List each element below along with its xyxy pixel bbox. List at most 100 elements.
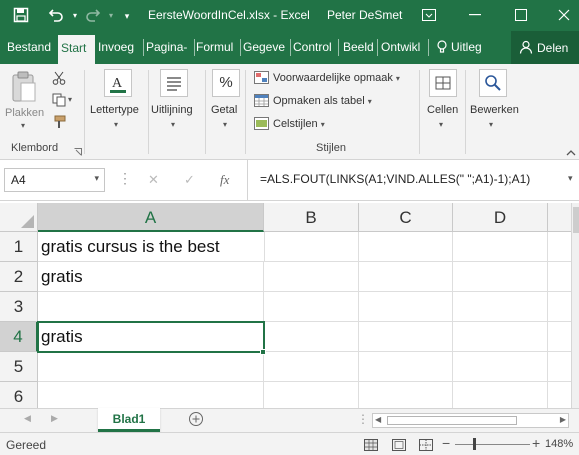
- cell-c2[interactable]: [359, 262, 453, 292]
- zoom-slider-track[interactable]: [455, 444, 530, 445]
- confirm-entry-icon[interactable]: ✓: [184, 172, 195, 188]
- zoom-in-icon[interactable]: +: [532, 435, 540, 451]
- row-header-6[interactable]: 6: [0, 382, 38, 408]
- scroll-sheets-left-icon[interactable]: ◀: [24, 413, 31, 424]
- undo-icon[interactable]: [47, 7, 65, 25]
- column-header-c[interactable]: C: [359, 203, 453, 232]
- cut-icon[interactable]: [52, 71, 66, 90]
- tell-me-button[interactable]: Uitleg: [437, 40, 482, 57]
- cell-a1[interactable]: gratis cursus is the best: [38, 232, 264, 262]
- cell-d6[interactable]: [453, 382, 548, 408]
- cell-c5[interactable]: [359, 352, 453, 382]
- number-dropdown-icon[interactable]: ▾: [223, 120, 227, 129]
- minimize-icon[interactable]: [464, 4, 486, 26]
- fill-handle[interactable]: [260, 349, 266, 355]
- cell-b1[interactable]: [264, 232, 359, 262]
- font-dropdown-icon[interactable]: ▾: [114, 120, 118, 129]
- cell-c6[interactable]: [359, 382, 453, 408]
- name-box[interactable]: A4 ▾: [4, 168, 105, 192]
- zoom-slider-thumb[interactable]: [473, 438, 476, 450]
- worksheet-grid[interactable]: A B C D 1 2 3 4 5 6 gratis cursus is the…: [0, 203, 571, 408]
- font-button[interactable]: A: [104, 69, 132, 97]
- undo-dropdown-icon[interactable]: ▾: [66, 7, 84, 25]
- cell-e2[interactable]: [548, 262, 571, 292]
- column-header-b[interactable]: B: [264, 203, 359, 232]
- redo-icon[interactable]: [84, 7, 102, 25]
- ribbon-display-options-icon[interactable]: [418, 4, 440, 26]
- row-header-5[interactable]: 5: [0, 352, 38, 382]
- tab-formules[interactable]: Formul: [196, 40, 238, 60]
- sheet-tab-blad1[interactable]: Blad1: [98, 408, 160, 432]
- editing-dropdown-icon[interactable]: ▾: [489, 120, 493, 129]
- expand-formula-bar-icon[interactable]: ▾: [568, 173, 573, 184]
- scroll-sheets-right-icon[interactable]: ▶: [51, 413, 58, 424]
- cell-styles-button[interactable]: Celstijlen ▾: [273, 118, 325, 130]
- cell-e6[interactable]: [548, 382, 571, 408]
- tab-controleren[interactable]: Control: [293, 40, 336, 60]
- close-icon[interactable]: [553, 4, 575, 26]
- cell-d4[interactable]: [453, 322, 548, 352]
- user-name[interactable]: Peter DeSmet: [327, 8, 402, 22]
- row-header-2[interactable]: 2: [0, 262, 38, 292]
- cells-dropdown-icon[interactable]: ▾: [439, 120, 443, 129]
- zoom-level[interactable]: 148%: [545, 438, 573, 450]
- tab-gegevens[interactable]: Gegeve: [243, 40, 288, 60]
- cell-b5[interactable]: [264, 352, 359, 382]
- row-header-4[interactable]: 4: [0, 322, 38, 352]
- cell-c3[interactable]: [359, 292, 453, 322]
- cell-d1[interactable]: [453, 232, 548, 262]
- cell-b2[interactable]: [264, 262, 359, 292]
- scroll-right-icon[interactable]: ▶: [560, 415, 566, 424]
- row-header-3[interactable]: 3: [0, 292, 38, 322]
- vertical-scrollbar[interactable]: [571, 203, 579, 408]
- scroll-left-icon[interactable]: ◀: [375, 415, 381, 424]
- tab-pagina-indeling[interactable]: Pagina-: [146, 40, 192, 60]
- cell-a6[interactable]: [38, 382, 264, 408]
- cell-b4[interactable]: [264, 322, 359, 352]
- alignment-button[interactable]: [160, 69, 188, 97]
- tab-start[interactable]: Start: [58, 35, 95, 64]
- vertical-scroll-thumb[interactable]: [573, 207, 579, 233]
- cell-c4[interactable]: [359, 322, 453, 352]
- tab-invoegen[interactable]: Invoeg: [98, 40, 141, 60]
- cell-d2[interactable]: [453, 262, 548, 292]
- page-break-view-icon[interactable]: [419, 438, 433, 455]
- copy-dropdown-icon[interactable]: ▾: [68, 95, 72, 104]
- new-sheet-icon[interactable]: [188, 411, 204, 432]
- horizontal-scroll-thumb[interactable]: [387, 416, 517, 425]
- column-header-d[interactable]: D: [453, 203, 548, 232]
- cell-b6[interactable]: [264, 382, 359, 408]
- copy-icon[interactable]: [52, 93, 66, 112]
- cell-d3[interactable]: [453, 292, 548, 322]
- clipboard-launcher-icon[interactable]: [74, 143, 82, 161]
- row-header-1[interactable]: 1: [0, 232, 38, 262]
- cell-e1[interactable]: [548, 232, 571, 262]
- alignment-dropdown-icon[interactable]: ▾: [171, 120, 175, 129]
- cell-c1[interactable]: [359, 232, 453, 262]
- tab-beeld[interactable]: Beeld: [343, 40, 375, 60]
- insert-function-icon[interactable]: fx: [220, 172, 229, 188]
- normal-view-icon[interactable]: [364, 438, 378, 455]
- number-format-button[interactable]: %: [212, 69, 240, 97]
- cell-d5[interactable]: [453, 352, 548, 382]
- cell-a5[interactable]: [38, 352, 264, 382]
- cell-e4[interactable]: [548, 322, 571, 352]
- tab-bestand[interactable]: Bestand: [7, 40, 53, 60]
- cancel-entry-icon[interactable]: ✕: [148, 172, 159, 188]
- share-button[interactable]: Delen: [511, 31, 579, 64]
- split-handle-icon[interactable]: ⋮: [357, 412, 369, 426]
- cell-e3[interactable]: [548, 292, 571, 322]
- horizontal-scrollbar[interactable]: ◀ ▶: [372, 413, 569, 428]
- zoom-out-icon[interactable]: −: [442, 435, 450, 451]
- tab-ontwikkelaars[interactable]: Ontwikl: [381, 40, 426, 60]
- customize-toolbar-icon[interactable]: ▾: [118, 7, 136, 25]
- editing-button[interactable]: [479, 69, 507, 97]
- formula-input[interactable]: =ALS.FOUT(LINKS(A1;VIND.ALLES(" ";A1)-1)…: [260, 172, 530, 186]
- paste-dropdown-icon[interactable]: ▾: [21, 121, 25, 130]
- cell-e5[interactable]: [548, 352, 571, 382]
- format-painter-icon[interactable]: [52, 115, 66, 134]
- page-layout-view-icon[interactable]: [392, 438, 406, 455]
- maximize-icon[interactable]: [510, 4, 532, 26]
- cells-button[interactable]: [429, 69, 457, 97]
- column-header-a[interactable]: A: [38, 203, 264, 232]
